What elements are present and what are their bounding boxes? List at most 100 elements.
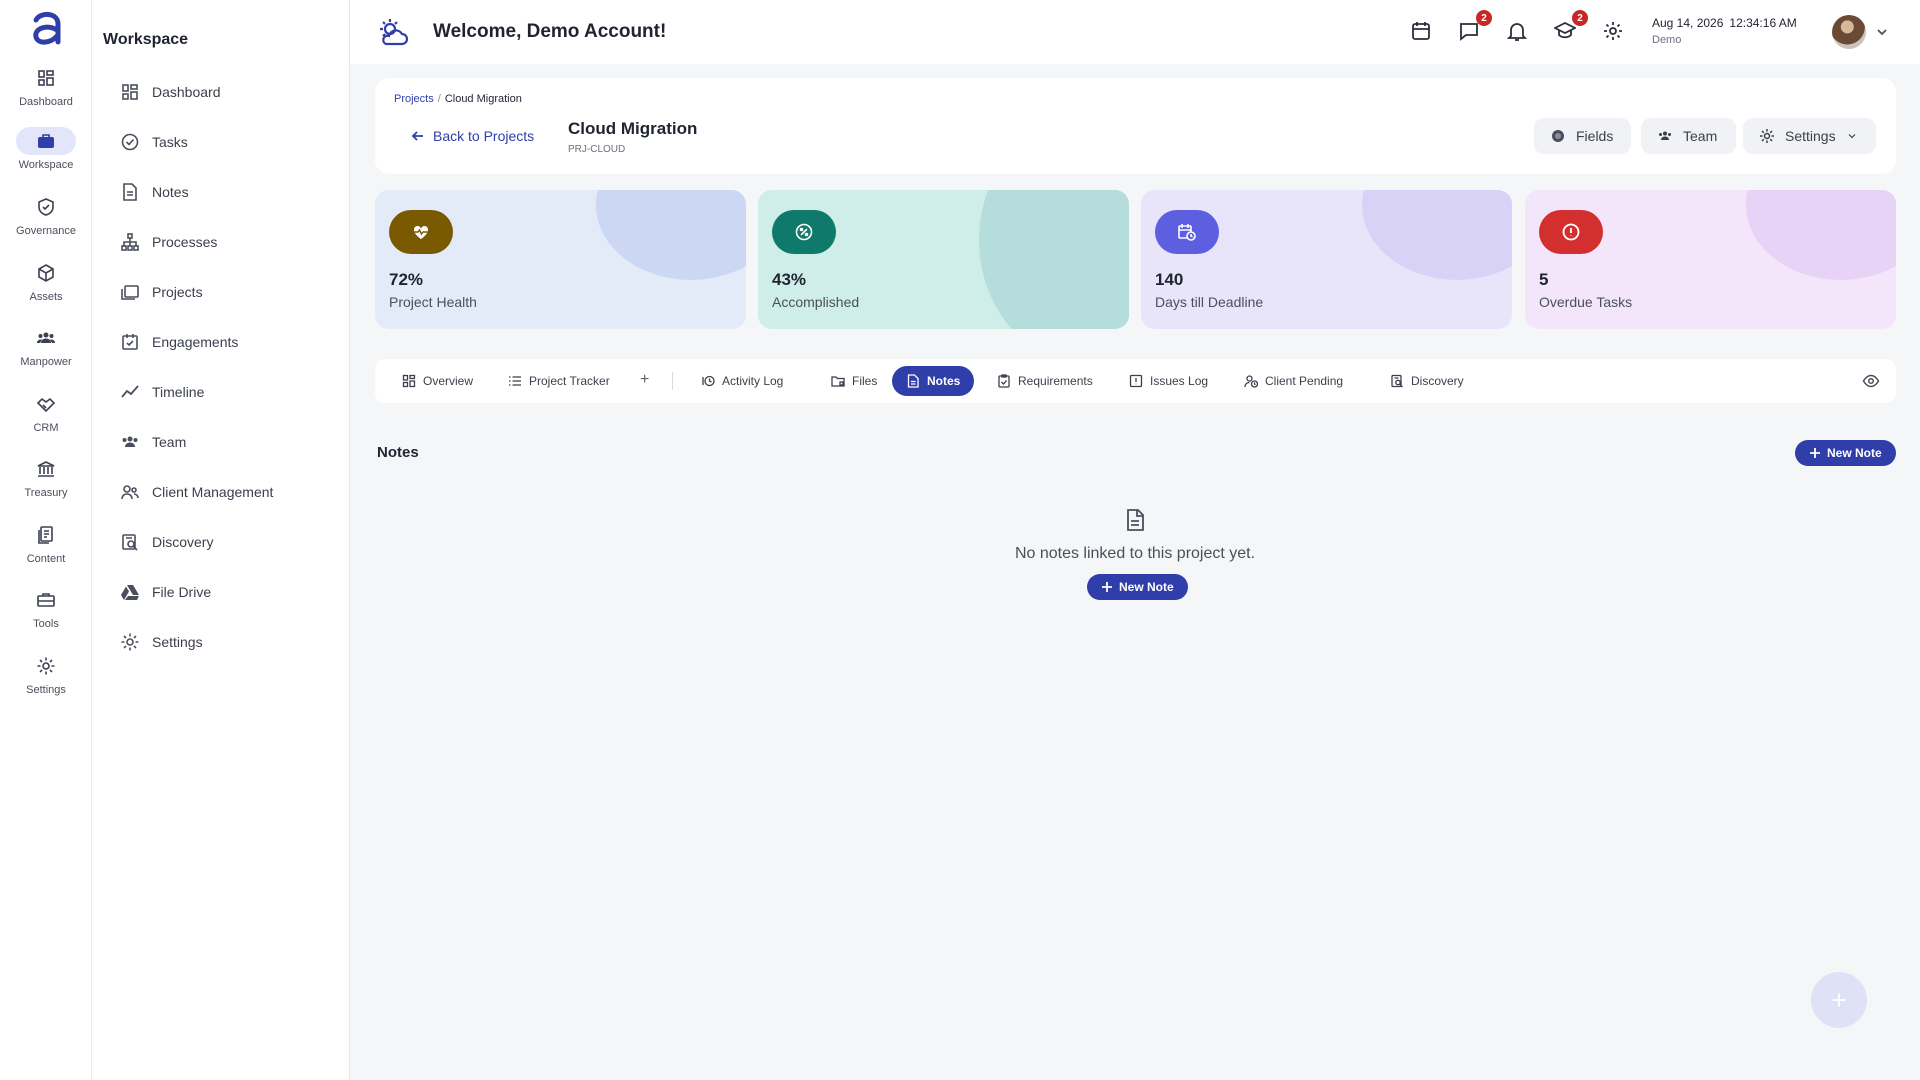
new-note-label: New Note — [1827, 446, 1882, 460]
breadcrumb-separator: / — [437, 93, 441, 105]
app-rail: Dashboard Workspace Governance Assets Ma… — [0, 0, 92, 1080]
empty-state-new-note-button[interactable]: New Note — [1087, 574, 1188, 600]
calendar-button[interactable] — [1410, 20, 1434, 44]
team-button[interactable]: Team — [1641, 118, 1736, 154]
tab-notes[interactable]: Notes — [892, 366, 975, 396]
sidebar-item-label: Team — [152, 434, 187, 450]
circle-dot-icon — [1552, 130, 1564, 142]
rail-item-settings[interactable]: Settings — [0, 652, 92, 712]
notifications-button[interactable] — [1506, 20, 1530, 44]
tab-label: Discovery — [1411, 374, 1464, 388]
rail-item-tools[interactable]: Tools — [0, 586, 92, 646]
rail-item-content[interactable]: Content — [0, 521, 92, 581]
rail-item-crm[interactable]: CRM — [0, 390, 92, 450]
add-tab-button[interactable]: + — [640, 371, 649, 389]
stat-value: 72% — [389, 270, 424, 289]
sidebar-item-discovery[interactable]: Discovery — [120, 527, 213, 557]
sidebar-item-engagements[interactable]: Engagements — [120, 327, 238, 357]
fields-button[interactable]: Fields — [1534, 118, 1631, 154]
app-logo-icon[interactable] — [28, 10, 64, 48]
arrow-left-icon — [411, 131, 423, 141]
breadcrumb-projects-link[interactable]: Projects — [394, 93, 434, 105]
rail-item-governance[interactable]: Governance — [0, 193, 92, 253]
gear-icon — [1604, 22, 1622, 40]
stat-label: Project Health — [389, 294, 477, 310]
rail-label: Tools — [33, 618, 59, 630]
sidebar-item-projects[interactable]: Projects — [120, 277, 203, 307]
alert-square-icon — [1129, 374, 1143, 388]
tab-client-pending[interactable]: Client Pending — [1230, 366, 1357, 396]
messages-button[interactable]: 2 — [1458, 10, 1492, 44]
tab-label: Activity Log — [722, 374, 784, 388]
document-icon — [1127, 509, 1144, 531]
sidebar-item-label: Client Management — [152, 484, 274, 500]
breadcrumb: Projects / Cloud Migration — [394, 93, 522, 105]
chevron-down-icon[interactable] — [1874, 24, 1890, 40]
new-note-button[interactable]: New Note — [1795, 440, 1896, 466]
user-clock-icon — [1244, 375, 1258, 388]
sidebar-item-settings[interactable]: Settings — [120, 627, 203, 657]
stat-value: 140 — [1155, 270, 1184, 289]
tab-requirements[interactable]: Requirements — [983, 366, 1107, 396]
sidebar-item-client-management[interactable]: Client Management — [120, 477, 273, 507]
bell-icon — [1506, 23, 1528, 41]
tab-discovery[interactable]: Discovery — [1376, 366, 1478, 396]
grid-icon — [402, 374, 416, 388]
stat-value: 43% — [772, 270, 807, 289]
current-date: Aug 14, 2026 — [1652, 16, 1724, 30]
sidebar-item-notes[interactable]: Notes — [120, 177, 189, 207]
tab-overview[interactable]: Overview — [388, 366, 487, 396]
sidebar-item-file-drive[interactable]: File Drive — [120, 577, 211, 607]
sidebar-item-label: Tasks — [152, 134, 188, 150]
stat-label: Overdue Tasks — [1539, 294, 1633, 310]
new-note-label: New Note — [1119, 580, 1174, 594]
tab-project-tracker[interactable]: Project Tracker — [494, 366, 624, 396]
rail-item-assets[interactable]: Assets — [0, 259, 92, 319]
sidebar-item-label: Processes — [152, 234, 218, 250]
toolbox-icon — [16, 586, 76, 614]
messages-badge: 2 — [1476, 10, 1492, 26]
sidebar-item-label: Dashboard — [152, 84, 221, 100]
user-name: Demo — [1652, 34, 1682, 46]
plus-icon — [1810, 448, 1820, 458]
sidebar-item-team[interactable]: Team — [120, 427, 186, 457]
gear-icon — [16, 652, 76, 680]
learning-badge: 2 — [1572, 10, 1588, 26]
rail-item-workspace[interactable]: Workspace — [0, 127, 92, 187]
trend-line-icon — [121, 385, 139, 398]
plus-icon — [1102, 582, 1112, 592]
back-to-projects-link[interactable]: Back to Projects — [411, 128, 534, 144]
stat-label: Accomplished — [772, 294, 860, 310]
sidebar-item-tasks[interactable]: Tasks — [120, 127, 188, 157]
rail-label: Settings — [26, 684, 66, 696]
decorative-blob — [596, 190, 746, 280]
sidebar-item-timeline[interactable]: Timeline — [120, 377, 204, 407]
tab-issues-log[interactable]: Issues Log — [1115, 366, 1222, 396]
welcome-title: Welcome, Demo Account! — [433, 21, 667, 42]
rail-label: Workspace — [18, 159, 74, 171]
top-header: Welcome, Demo Account! 2 2 Aug 14, 2026 1… — [350, 0, 1920, 64]
calendar-icon — [1412, 22, 1430, 40]
sidebar-item-dashboard[interactable]: Dashboard — [120, 77, 221, 107]
learning-button[interactable]: 2 — [1552, 10, 1588, 44]
settings-button[interactable] — [1602, 20, 1626, 44]
floating-add-button[interactable]: + — [1811, 972, 1867, 1028]
settings-label: Settings — [1785, 128, 1836, 144]
settings-dropdown-button[interactable]: Settings — [1743, 118, 1876, 154]
avatar[interactable] — [1832, 15, 1866, 49]
rail-item-dashboard[interactable]: Dashboard — [0, 64, 92, 124]
percent-badge-icon — [772, 210, 836, 254]
sidebar-item-processes[interactable]: Processes — [120, 227, 217, 257]
people-icon — [1659, 131, 1671, 140]
tab-files[interactable]: Files — [817, 366, 891, 396]
eye-icon[interactable] — [1862, 372, 1880, 390]
rail-item-manpower[interactable]: Manpower — [0, 324, 92, 384]
briefcase-icon — [16, 127, 76, 155]
bank-icon — [16, 455, 76, 483]
tab-activity-log[interactable]: Activity Log — [687, 366, 797, 396]
heart-pulse-icon — [389, 210, 453, 254]
rail-item-treasury[interactable]: Treasury — [0, 455, 92, 515]
sidebar-item-label: Notes — [152, 184, 189, 200]
search-document-icon — [1391, 374, 1403, 388]
clipboard-check-icon — [998, 374, 1010, 388]
